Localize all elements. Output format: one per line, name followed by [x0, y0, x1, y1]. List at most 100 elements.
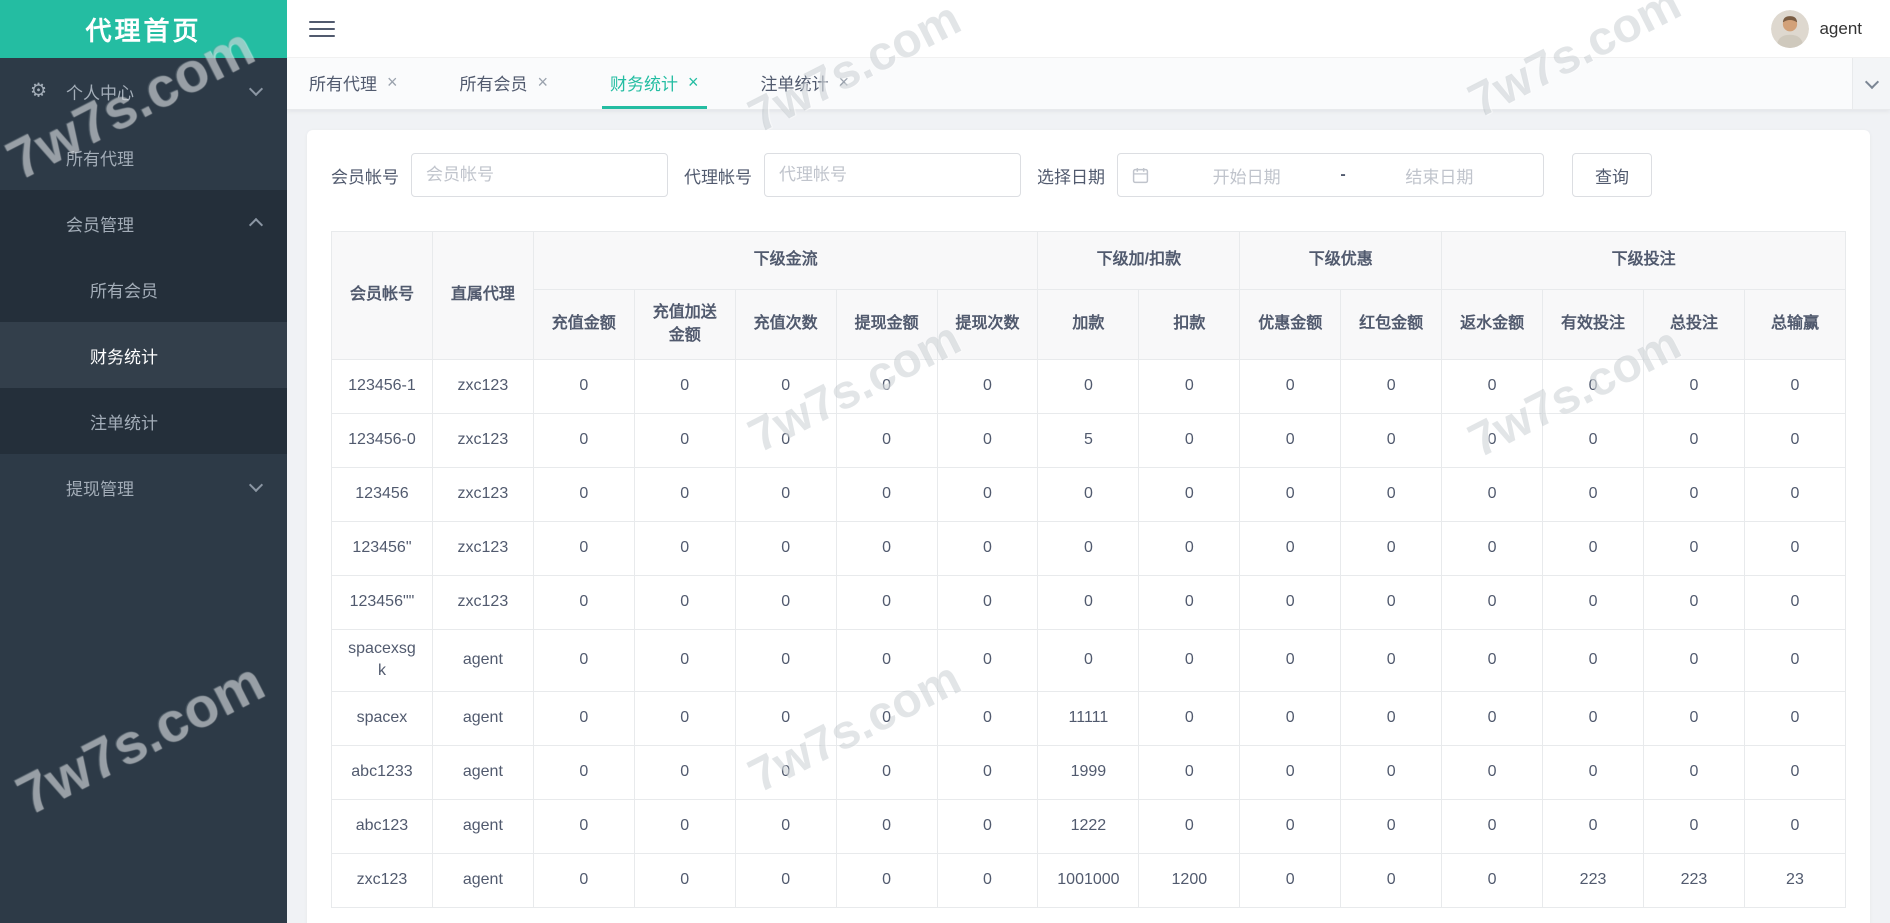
- table-cell: 0: [1743, 521, 1847, 576]
- member-account-input[interactable]: [411, 153, 668, 197]
- table-cell: 0: [1340, 798, 1443, 854]
- table-cell: 23: [1743, 852, 1847, 908]
- search-button[interactable]: 查询: [1572, 153, 1652, 197]
- table-cell: 0: [1441, 521, 1544, 576]
- column-header: 扣款: [1138, 289, 1241, 360]
- sidebar-item-bet-stats[interactable]: 注单统计: [0, 388, 287, 454]
- table-cell: 0: [734, 413, 837, 468]
- table-cell: zxc123: [431, 467, 534, 522]
- column-header: 提现次数: [936, 289, 1039, 360]
- sidebar-item-all-agents[interactable]: 所有代理: [0, 124, 287, 190]
- table-cell: 0: [1743, 575, 1847, 630]
- table-cell: 0: [1239, 629, 1342, 692]
- table-cell: 0: [734, 359, 837, 414]
- table-cell: 0: [1743, 690, 1847, 746]
- close-icon[interactable]: ×: [839, 73, 850, 91]
- avatar-image: [1771, 9, 1810, 48]
- column-group-header: 下级优惠: [1239, 231, 1443, 290]
- date-start-placeholder: 开始日期: [1212, 167, 1281, 187]
- sidebar-item-personal-center[interactable]: ⚙ 个人中心: [0, 58, 287, 124]
- table-cell: 0: [1340, 629, 1443, 692]
- agent-account-input[interactable]: [764, 153, 1021, 197]
- table-cell: 0: [1441, 413, 1544, 468]
- sidebar-item-withdrawal-management[interactable]: 提现管理: [0, 454, 287, 520]
- table-cell: 0: [734, 575, 837, 630]
- close-icon[interactable]: ×: [387, 73, 398, 91]
- table-cell: 0: [1138, 575, 1241, 630]
- date-range-picker[interactable]: 开始日期 - 结束日期: [1117, 153, 1544, 197]
- table-cell: 0: [734, 629, 837, 692]
- tab-list-dropdown[interactable]: [1852, 58, 1890, 109]
- table-cell: 0: [1743, 629, 1847, 692]
- table-cell: 0: [835, 413, 938, 468]
- column-header: 会员帐号: [331, 231, 433, 360]
- table-cell: 0: [734, 744, 837, 800]
- table-cell: 0: [1441, 744, 1544, 800]
- table-cell: 0: [1441, 575, 1544, 630]
- sidebar: 代理首页 ⚙ 个人中心 所有代理 会员管理 所有会员 财务统计 注单统计 提现管…: [0, 0, 287, 923]
- table-cell: 0: [532, 629, 635, 692]
- table-cell: 0: [936, 629, 1039, 692]
- sidebar-item-label: 提现管理: [66, 479, 134, 499]
- table-cell: 0: [1441, 629, 1544, 692]
- table-cell: 0: [1138, 521, 1241, 576]
- table-cell: 0: [936, 798, 1039, 854]
- table-cell: 0: [835, 852, 938, 908]
- sidebar-item-financial-stats[interactable]: 财务统计: [0, 322, 287, 388]
- sidebar-item-label: 会员管理: [66, 215, 134, 235]
- tab-all-members[interactable]: 所有会员 ×: [452, 58, 557, 109]
- hamburger-menu-icon[interactable]: [309, 16, 335, 42]
- table-cell: 0: [1743, 467, 1847, 522]
- table-cell: 0: [936, 467, 1039, 522]
- table-cell: 223: [1542, 852, 1644, 908]
- table-cell: 0: [1743, 413, 1847, 468]
- table-cell: 123456": [331, 521, 433, 576]
- table-cell: 0: [936, 690, 1039, 746]
- table-cell: 0: [633, 852, 736, 908]
- table-cell: 0: [1441, 467, 1544, 522]
- table-cell: 123456-0: [331, 413, 433, 468]
- tab-financial-stats[interactable]: 财务统计 ×: [602, 58, 707, 109]
- table-cell: 0: [835, 575, 938, 630]
- table-row: 123456" zxc123 0 0 0 0 0 0 0 0 0 0 0 0 0: [331, 521, 1847, 576]
- column-header: 直属代理: [431, 231, 534, 360]
- table-cell: 0: [1138, 359, 1241, 414]
- table-cell: 0: [1542, 744, 1644, 800]
- table-cell: 0: [1542, 467, 1644, 522]
- table-cell: 0: [1138, 413, 1241, 468]
- table-cell: 0: [1642, 629, 1745, 692]
- table-cell: 0: [1340, 413, 1443, 468]
- tab-all-agents[interactable]: 所有代理 ×: [301, 58, 406, 109]
- table-cell: 0: [633, 798, 736, 854]
- sidebar-item-all-members[interactable]: 所有会员: [0, 256, 287, 322]
- close-icon[interactable]: ×: [538, 73, 549, 91]
- table-cell: 223: [1642, 852, 1745, 908]
- table-cell: 0: [1037, 521, 1140, 576]
- column-header: 充值金额: [532, 289, 635, 360]
- table-cell: 0: [1642, 359, 1745, 414]
- app-root: 代理首页 ⚙ 个人中心 所有代理 会员管理 所有会员 财务统计 注单统计 提现管…: [0, 0, 1890, 923]
- table-cell: 0: [1340, 467, 1443, 522]
- avatar[interactable]: [1771, 9, 1810, 48]
- table-cell: agent: [431, 852, 534, 908]
- table-cell: 0: [1743, 359, 1847, 414]
- column-group-header: 下级投注: [1441, 231, 1846, 290]
- table-cell: 123456-1: [331, 359, 433, 414]
- chevron-down-icon: [248, 81, 264, 97]
- table-cell: zxc123: [431, 359, 534, 414]
- column-group-header: 下级加/扣款: [1037, 231, 1241, 290]
- user-menu[interactable]: agent: [1771, 9, 1862, 48]
- sidebar-item-member-management[interactable]: 会员管理: [0, 190, 287, 256]
- close-icon[interactable]: ×: [688, 73, 699, 91]
- tab-bet-stats[interactable]: 注单统计 ×: [753, 58, 858, 109]
- column-header: 红包金额: [1340, 289, 1443, 360]
- table-cell: 0: [633, 575, 736, 630]
- table-cell: 0: [1239, 521, 1342, 576]
- table-cell: 0: [1138, 629, 1241, 692]
- chevron-down-icon: [248, 477, 264, 493]
- table-cell: 0: [1239, 467, 1342, 522]
- column-header: 总输赢: [1743, 289, 1847, 360]
- column-header: 充值加送金额: [633, 289, 736, 360]
- table-cell: zxc123: [431, 575, 534, 630]
- table-cell: abc123: [331, 798, 433, 854]
